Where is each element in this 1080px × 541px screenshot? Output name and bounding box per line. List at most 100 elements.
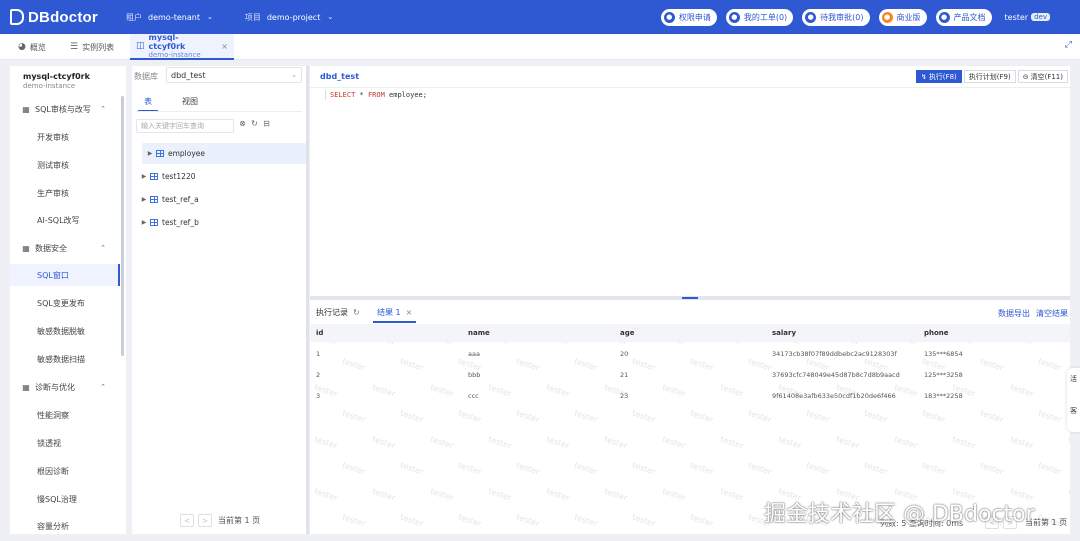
- export-data-link[interactable]: 数据导出: [998, 308, 1030, 319]
- brand-logo[interactable]: DBdoctor: [10, 9, 120, 26]
- caret-right-icon[interactable]: ▶: [138, 173, 150, 180]
- run-label: 执行(F8): [928, 72, 957, 81]
- instance-sub: demo-instance: [23, 82, 76, 90]
- menu-item-prod-review[interactable]: 生产审核: [10, 182, 120, 204]
- menu-item-ai-sql-rewrite[interactable]: AI-SQL改写: [10, 209, 120, 231]
- watermark-text: tester: [863, 408, 889, 425]
- tree-search-input[interactable]: 输入关键字回车查询: [136, 119, 234, 133]
- menu-label: 性能洞察: [37, 410, 69, 420]
- close-icon[interactable]: ×: [406, 308, 413, 317]
- watermark-text: tester: [429, 486, 455, 503]
- menu-item-slow-sql[interactable]: 慢SQL治理: [10, 488, 120, 510]
- run-button[interactable]: ↯ 执行(F8): [915, 70, 962, 83]
- table-icon: [156, 150, 164, 157]
- chevron-down-icon: ⌄: [327, 13, 334, 21]
- collapse-icon[interactable]: ⊟: [262, 119, 271, 128]
- database-select[interactable]: dbd_test ⌄: [166, 67, 302, 83]
- user-menu[interactable]: tester dev: [1005, 13, 1050, 22]
- floating-item[interactable]: 活: [1070, 374, 1077, 384]
- pending-approval-button[interactable]: ● 待我审批(0): [802, 8, 870, 26]
- tab-views[interactable]: 视图: [176, 96, 204, 112]
- cell: 1: [316, 349, 321, 358]
- table-row[interactable]: 2 bbb 21 37693cfc748049e45d87b8c7d8b9aac…: [310, 364, 1070, 385]
- tab-tables[interactable]: 表: [138, 96, 158, 112]
- sql-code-area[interactable]: SELECT * FROM employee;: [330, 91, 427, 99]
- cell: aaa: [468, 349, 480, 358]
- tab-result-1[interactable]: 结果 1 ×: [373, 307, 417, 323]
- menu-item-sql-change-release[interactable]: SQL变更发布: [10, 292, 120, 314]
- permission-request-button[interactable]: ● 权限申请: [660, 8, 717, 26]
- tab-overview[interactable]: ◕ 概览: [18, 34, 46, 60]
- refresh-icon[interactable]: ↻: [353, 308, 360, 317]
- product-docs-button[interactable]: ● 产品文档: [935, 8, 992, 26]
- menu-item-root-cause[interactable]: 根因诊断: [10, 460, 120, 482]
- my-tickets-button[interactable]: ● 我的工单(0): [725, 8, 794, 26]
- product-docs-label: 产品文档: [953, 12, 986, 22]
- menu-item-data-scan[interactable]: 敏感数据扫描: [10, 348, 120, 370]
- caret-right-icon[interactable]: ▶: [138, 196, 150, 203]
- menu-item-capacity[interactable]: 容量分析: [10, 515, 120, 534]
- table-row[interactable]: 1 aaa 20 34173cb38f07f89ddbebc2ac9128303…: [310, 343, 1070, 364]
- project-select[interactable]: 项目 demo-project ⌄: [245, 12, 333, 23]
- next-page-button[interactable]: >: [198, 514, 212, 527]
- splitter-grip[interactable]: [682, 297, 698, 299]
- menu-item-sql-window[interactable]: SQL窗口: [10, 264, 120, 286]
- menu-label: SQL变更发布: [37, 298, 85, 308]
- menu-label: 诊断与优化: [35, 382, 75, 392]
- table-row[interactable]: 3 ccc 23 9f61408e3afb633e50cdf1b20de6f46…: [310, 385, 1070, 406]
- menu-group-diagnosis[interactable]: ▦ 诊断与优化 ⌃: [10, 376, 120, 398]
- watermark-text: tester: [719, 486, 745, 503]
- watermark-text: tester: [603, 486, 629, 503]
- editor-gutter: [325, 90, 326, 100]
- prev-page-button[interactable]: <: [180, 514, 194, 527]
- menu-item-data-masking[interactable]: 敏感数据脱敏: [10, 320, 120, 342]
- tab-execution-history[interactable]: 执行记录 ↻: [316, 307, 360, 318]
- lock-icon: ●: [663, 11, 675, 23]
- list-icon: ☰: [70, 42, 79, 52]
- menu-item-performance[interactable]: 性能洞察: [10, 404, 120, 426]
- tree-item-test-ref-b[interactable]: ▶ test_ref_b: [136, 212, 301, 233]
- menu-item-dev-review[interactable]: 开发审核: [10, 126, 120, 148]
- column-header[interactable]: phone: [924, 329, 949, 337]
- refresh-icon[interactable]: ↻: [250, 119, 259, 128]
- explain-label: 执行计划(F9): [968, 72, 1011, 81]
- watermark-text: tester: [603, 434, 629, 451]
- watermark-text: tester: [951, 434, 977, 451]
- watermark-text: tester: [1067, 434, 1070, 451]
- sidebar: mysql-ctcyf0rk demo-instance ▦ SQL审核与改写 …: [10, 66, 126, 534]
- sidebar-scrollbar[interactable]: [121, 96, 124, 356]
- clear-results-link[interactable]: 清空结果: [1036, 308, 1068, 319]
- clear-button[interactable]: ⊝ 清空(F11): [1017, 70, 1068, 83]
- vertical-splitter[interactable]: [306, 66, 309, 534]
- floating-toolbar[interactable]: 活 客: [1067, 368, 1080, 432]
- menu-item-lock[interactable]: 锁透视: [10, 432, 120, 454]
- tenant-select[interactable]: 租户 demo-tenant ⌄: [126, 12, 213, 23]
- floating-item[interactable]: 客: [1070, 406, 1077, 416]
- tree-item-employee[interactable]: ▶ employee: [142, 143, 307, 164]
- column-header[interactable]: id: [316, 329, 323, 337]
- chevron-up-icon: ⌃: [100, 383, 106, 391]
- explain-button[interactable]: 执行计划(F9): [963, 70, 1016, 83]
- commercial-edition-button[interactable]: ● 商业版: [878, 8, 927, 26]
- watermark-text: tester: [805, 408, 831, 425]
- menu-group-sql-review[interactable]: ▦ SQL审核与改写 ⌃: [10, 98, 120, 120]
- overlay-watermark: 掘金技术社区 @ DBdoctor: [764, 502, 1035, 527]
- column-header[interactable]: age: [620, 329, 634, 337]
- tab-instance-active[interactable]: ◫ mysql-ctcyf0rk demo-instance ×: [130, 33, 234, 60]
- column-header[interactable]: salary: [772, 329, 796, 337]
- close-icon[interactable]: ×: [221, 42, 228, 51]
- tree-item-test-ref-a[interactable]: ▶ test_ref_a: [136, 189, 301, 210]
- watermark-text: tester: [313, 434, 339, 451]
- clear-icon[interactable]: ⊗: [238, 119, 247, 128]
- menu-group-data-security[interactable]: ▦ 数据安全 ⌃: [10, 237, 120, 259]
- chevron-up-icon: ⌃: [100, 105, 106, 113]
- caret-right-icon[interactable]: ▶: [144, 150, 156, 157]
- column-header[interactable]: name: [468, 329, 490, 337]
- watermark-text: tester: [661, 486, 687, 503]
- fullscreen-icon[interactable]: ⤢: [1065, 40, 1072, 50]
- tab-instance-list[interactable]: ☰ 实例列表: [70, 34, 114, 60]
- caret-right-icon[interactable]: ▶: [138, 219, 150, 226]
- menu-item-test-review[interactable]: 测试审核: [10, 154, 120, 176]
- tree-item-test1220[interactable]: ▶ test1220: [136, 166, 301, 187]
- menu-label: 敏感数据扫描: [37, 354, 85, 364]
